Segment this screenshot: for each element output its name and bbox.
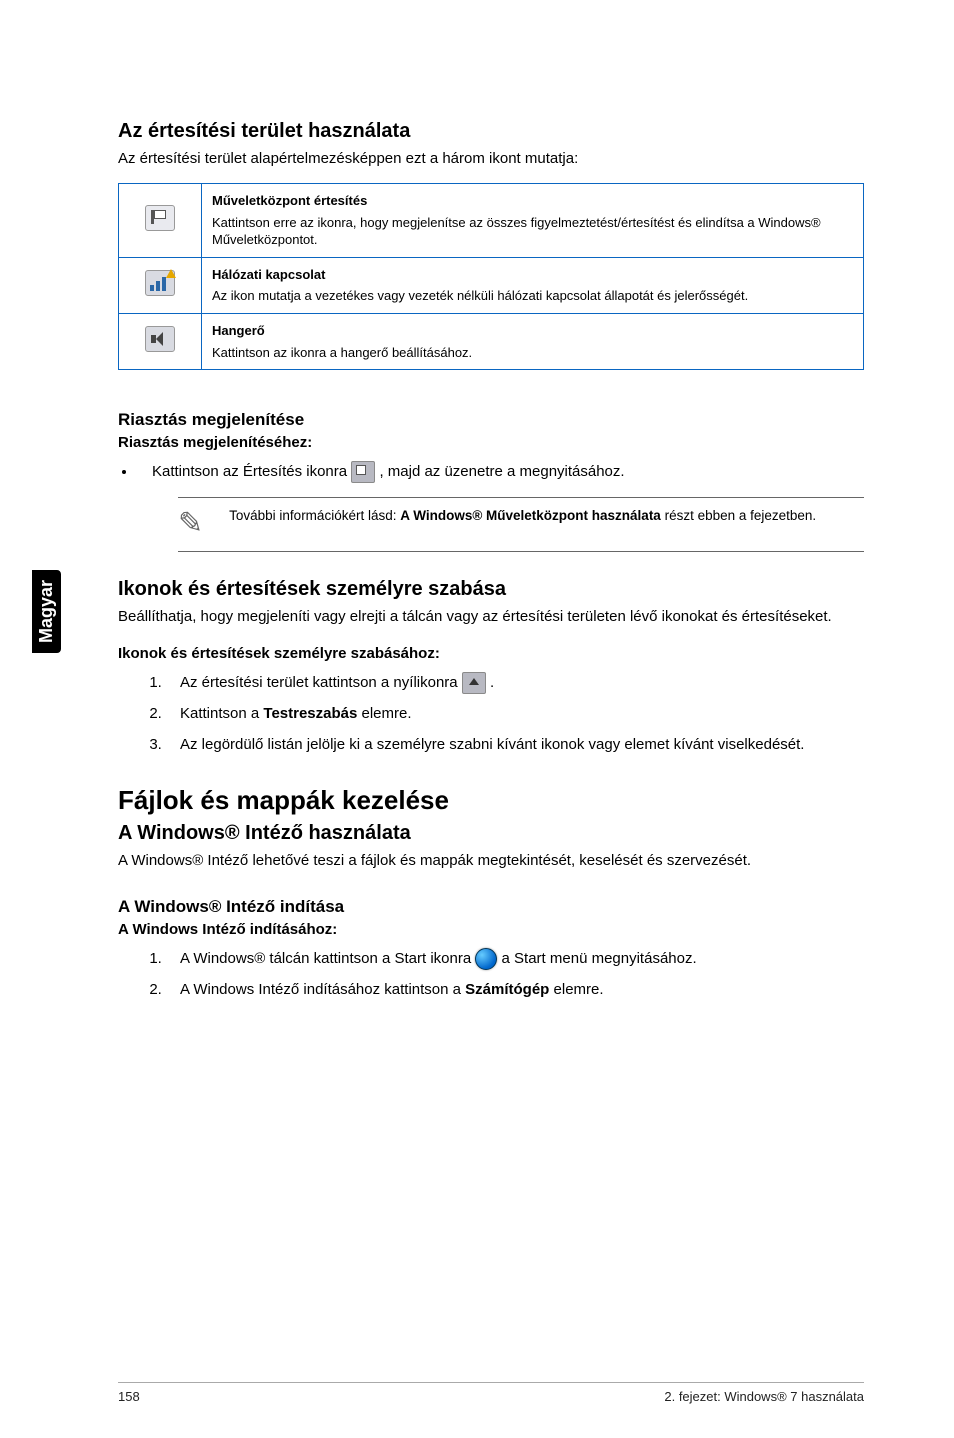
- row-title: Hálózati kapcsolat: [212, 266, 853, 284]
- heading-show-alert: Riasztás megjelenítése: [118, 410, 864, 430]
- intro-explorer: A Windows® Intéző lehetővé teszi a fájlo…: [118, 851, 864, 871]
- heading-explorer-use: A Windows® Intéző használata: [118, 822, 864, 845]
- volume-icon: [145, 326, 175, 352]
- icon-cell: [119, 313, 202, 369]
- row-title: Hangerő: [212, 322, 853, 340]
- table-row: Hálózati kapcsolat Az ikon mutatja a vez…: [119, 257, 864, 313]
- network-icon: [145, 270, 175, 296]
- text-bold: Számítógép: [465, 981, 549, 998]
- intro-customize-icons: Beállíthatja, hogy megjeleníti vagy elre…: [118, 607, 864, 627]
- text-part: elemre.: [549, 981, 603, 998]
- text-part: További információkért lásd:: [229, 508, 400, 523]
- text-part: részt ebben a fejezetben.: [661, 508, 816, 523]
- text-part: elemre.: [357, 705, 411, 722]
- table-cell: Hangerő Kattintson az ikonra a hangerő b…: [202, 313, 864, 369]
- text-bold: Testreszabás: [263, 705, 357, 722]
- subhead-customize-icons: Ikonok és értesítések személyre szabásáh…: [118, 645, 864, 662]
- table-cell: Műveletközpont értesítés Kattintson erre…: [202, 184, 864, 258]
- subhead-explorer-start: A Windows Intéző indításához:: [118, 921, 864, 938]
- row-desc: Kattintson az ikonra a hangerő beállítás…: [212, 345, 472, 360]
- text-part: Kattintson az Értesítés ikonra: [152, 463, 351, 480]
- intro-notification-area: Az értesítési terület alapértelmezésképp…: [118, 149, 864, 169]
- table-cell: Hálózati kapcsolat Az ikon mutatja a vez…: [202, 257, 864, 313]
- language-tab: Magyar: [32, 570, 61, 653]
- row-desc: Az ikon mutatja a vezetékes vagy vezeték…: [212, 288, 748, 303]
- note-block: ✎ További információkért lásd: A Windows…: [178, 497, 864, 552]
- list-item: Kattintson a Testreszabás elemre.: [166, 704, 864, 724]
- bullet-icon: [122, 470, 126, 474]
- text-part: A Windows® tálcán kattintson a Start iko…: [180, 950, 475, 967]
- text-bold: A Windows® Műveletközpont használata: [400, 508, 661, 523]
- text-part: .: [490, 674, 494, 691]
- table-row: Hangerő Kattintson az ikonra a hangerő b…: [119, 313, 864, 369]
- action-center-icon: [145, 205, 175, 231]
- arrow-up-icon: [462, 672, 486, 694]
- icon-cell: [119, 257, 202, 313]
- bullet-text: Kattintson az Értesítés ikonra , majd az…: [152, 461, 625, 483]
- list-item: Az értesítési terület kattintson a nyíli…: [166, 672, 864, 694]
- list-item: A Windows Intéző indításához kattintson …: [166, 980, 864, 1000]
- text-part: a Start menü megnyitásához.: [502, 950, 697, 967]
- page-footer: 158 2. fejezet: Windows® 7 használata: [118, 1382, 864, 1404]
- text-part: A Windows Intéző indításához kattintson …: [180, 981, 465, 998]
- subhead-show-alert: Riasztás megjelenítéséhez:: [118, 434, 864, 451]
- text-part: , majd az üzenetre a megnyitásához.: [379, 463, 624, 480]
- notification-flag-icon: [351, 461, 375, 483]
- chapter-label: 2. fejezet: Windows® 7 használata: [664, 1389, 864, 1404]
- bullet-item: Kattintson az Értesítés ikonra , majd az…: [118, 461, 864, 483]
- heading-customize-icons: Ikonok és értesítések személyre szabása: [118, 578, 864, 601]
- heading-notification-area: Az értesítési terület használata: [118, 120, 864, 143]
- row-title: Műveletközpont értesítés: [212, 192, 853, 210]
- notification-icons-table: Műveletközpont értesítés Kattintson erre…: [118, 183, 864, 370]
- list-item: Az legördülő listán jelölje ki a személy…: [166, 735, 864, 755]
- list-item: A Windows® tálcán kattintson a Start iko…: [166, 948, 864, 970]
- note-text: További információkért lásd: A Windows® …: [229, 508, 816, 523]
- heading-explorer-start: A Windows® Intéző indítása: [118, 897, 864, 917]
- row-desc: Kattintson erre az ikonra, hogy megjelen…: [212, 215, 821, 248]
- page-number: 158: [118, 1389, 140, 1404]
- heading-files-folders: Fájlok és mappák kezelése: [118, 785, 864, 816]
- steps-explorer: A Windows® tálcán kattintson a Start iko…: [118, 948, 864, 1000]
- icon-cell: [119, 184, 202, 258]
- pen-icon: ✎: [178, 506, 203, 541]
- text-part: Az értesítési terület kattintson a nyíli…: [180, 674, 462, 691]
- steps-customize: Az értesítési terület kattintson a nyíli…: [118, 672, 864, 755]
- table-row: Műveletközpont értesítés Kattintson erre…: [119, 184, 864, 258]
- text-part: Kattintson a: [180, 705, 263, 722]
- windows-start-icon: [475, 948, 497, 970]
